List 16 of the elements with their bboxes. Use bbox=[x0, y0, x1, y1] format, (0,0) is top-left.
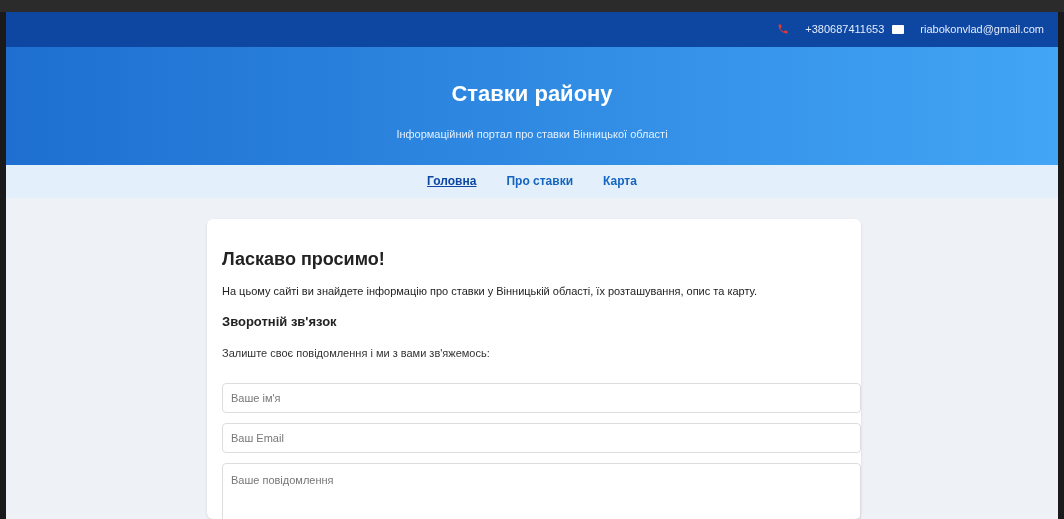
phone-number: +380687411653 bbox=[805, 22, 885, 38]
nav-link[interactable]: Про ставки bbox=[506, 172, 574, 191]
message-field[interactable]: Ваше повідомлення bbox=[222, 462, 861, 519]
input-field[interactable]: Ваш Email bbox=[222, 422, 861, 453]
nav-link[interactable]: Карта bbox=[603, 172, 637, 191]
nav-link[interactable]: Головна bbox=[427, 172, 477, 191]
email-address: riabokonvlad@gmail.com bbox=[920, 22, 1044, 38]
site-subtitle: Інформаційний портал про ставки Вінницької області bbox=[396, 127, 668, 143]
welcome-heading: Ласкаво просимо! bbox=[222, 248, 386, 271]
feedback-heading: Зворотній зв'язок bbox=[222, 312, 338, 331]
feedback-text: Залиште своє повідомлення і ми з вами зв'яжемось: bbox=[222, 346, 491, 361]
input-field[interactable]: Ваше ім'я bbox=[222, 382, 861, 413]
phone-icon bbox=[777, 23, 790, 36]
site-title: Ставки району bbox=[451, 80, 613, 109]
welcome-text: На цьому сайті ви знайдете інформацію про ставки у Вінницькій області, їх розташування, опис та карту. bbox=[222, 284, 759, 299]
envelope-icon bbox=[892, 25, 905, 34]
